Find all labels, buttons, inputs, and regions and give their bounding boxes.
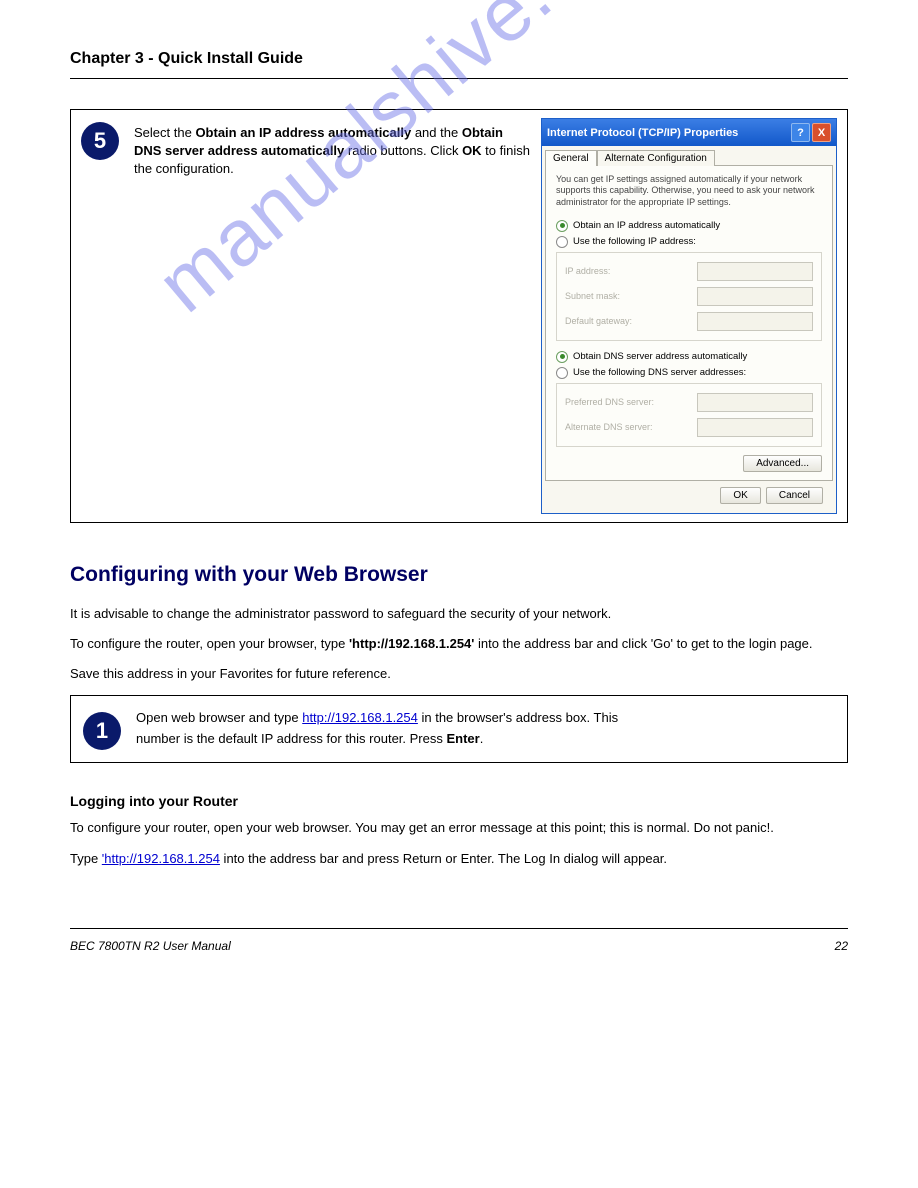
radio-icon bbox=[556, 367, 568, 379]
dialog-title: Internet Protocol (TCP/IP) Properties bbox=[547, 127, 738, 139]
t: To configure the router, open your brows… bbox=[70, 636, 349, 651]
field-pref-dns: Preferred DNS server: bbox=[565, 390, 813, 415]
dialog-screenshot: Internet Protocol (TCP/IP) Properties ? … bbox=[541, 118, 837, 514]
step-1-badge: 1 bbox=[83, 712, 121, 750]
radio-use-dns[interactable]: Use the following DNS server addresses: bbox=[556, 365, 822, 381]
close-icon[interactable]: X bbox=[812, 123, 831, 142]
step-5-box: 5 Select the Obtain an IP address automa… bbox=[70, 109, 848, 523]
t: Type bbox=[70, 851, 102, 866]
radio-label: Obtain DNS server address automatically bbox=[573, 351, 747, 362]
header-rule bbox=[70, 78, 848, 79]
t: and the bbox=[411, 125, 462, 140]
field-label: IP address: bbox=[565, 266, 610, 276]
cfg-p3: Save this address in your Favorites for … bbox=[70, 665, 848, 683]
alt-dns-input bbox=[697, 418, 813, 437]
dialog-titlebar: Internet Protocol (TCP/IP) Properties ? … bbox=[542, 119, 836, 146]
cancel-button[interactable]: Cancel bbox=[766, 487, 823, 504]
footer-left: BEC 7800TN R2 User Manual bbox=[70, 939, 231, 953]
footer-right: 22 bbox=[835, 939, 848, 953]
login-p2: Type 'http://192.168.1.254 into the addr… bbox=[70, 850, 848, 868]
t: in the browser's address box. This bbox=[418, 710, 618, 725]
login-p1: To configure your router, open your web … bbox=[70, 819, 848, 837]
field-label: Alternate DNS server: bbox=[565, 422, 653, 432]
t: . bbox=[480, 731, 484, 746]
dialog-buttons: OK Cancel bbox=[545, 481, 833, 510]
page-footer: BEC 7800TN R2 User Manual 22 bbox=[70, 939, 848, 953]
t: radio buttons. Click bbox=[344, 143, 462, 158]
b: Obtain an IP address automatically bbox=[195, 125, 411, 140]
dialog-tabs: General Alternate Configuration bbox=[545, 149, 833, 165]
section-title: Configuring with your Web Browser bbox=[70, 563, 848, 587]
field-gateway: Default gateway: bbox=[565, 309, 813, 334]
step-5-badge: 5 bbox=[81, 122, 119, 160]
t: into the address bar and press Return or… bbox=[220, 851, 667, 866]
b: Enter bbox=[446, 731, 479, 746]
field-alt-dns: Alternate DNS server: bbox=[565, 415, 813, 440]
footer-rule bbox=[70, 928, 848, 929]
radio-icon bbox=[556, 236, 568, 248]
tcpip-dialog: Internet Protocol (TCP/IP) Properties ? … bbox=[541, 118, 837, 514]
step-5-left: 5 Select the Obtain an IP address automa… bbox=[81, 118, 541, 179]
tab-alternate[interactable]: Alternate Configuration bbox=[597, 150, 715, 166]
router-url-link[interactable]: http://192.168.1.254 bbox=[302, 710, 418, 725]
dialog-desc: You can get IP settings assigned automat… bbox=[556, 174, 822, 208]
tab-general[interactable]: General bbox=[545, 150, 597, 166]
t: into the address bar and click 'Go' to g… bbox=[474, 636, 812, 651]
radio-label: Obtain an IP address automatically bbox=[573, 220, 720, 231]
t: Open web browser and type bbox=[136, 710, 302, 725]
field-ip: IP address: bbox=[565, 259, 813, 284]
help-icon[interactable]: ? bbox=[791, 123, 810, 142]
radio-use-ip[interactable]: Use the following IP address: bbox=[556, 234, 822, 250]
advanced-button[interactable]: Advanced... bbox=[743, 455, 822, 472]
t: number is the default IP address for thi… bbox=[136, 731, 446, 746]
field-mask: Subnet mask: bbox=[565, 284, 813, 309]
mask-input bbox=[697, 287, 813, 306]
tab-panel: You can get IP settings assigned automat… bbox=[545, 165, 833, 481]
radio-label: Use the following IP address: bbox=[573, 236, 696, 247]
pref-dns-input bbox=[697, 393, 813, 412]
field-label: Subnet mask: bbox=[565, 291, 620, 301]
radio-obtain-dns[interactable]: Obtain DNS server address automatically bbox=[556, 349, 822, 365]
radio-obtain-ip[interactable]: Obtain an IP address automatically bbox=[556, 218, 822, 234]
advanced-row: Advanced... bbox=[556, 449, 822, 472]
step-5-text: Select the Obtain an IP address automati… bbox=[134, 118, 531, 179]
cfg-url: 'http://192.168.1.254' bbox=[349, 636, 474, 651]
field-label: Preferred DNS server: bbox=[565, 397, 654, 407]
dialog-body: General Alternate Configuration You can … bbox=[542, 146, 836, 513]
login-url-link[interactable]: 'http://192.168.1.254 bbox=[102, 851, 220, 866]
page-header: Chapter 3 - Quick Install Guide bbox=[70, 50, 848, 68]
step-1-box: 1 Open web browser and type http://192.1… bbox=[70, 695, 848, 763]
step-1-text: Open web browser and type http://192.168… bbox=[136, 708, 618, 750]
ip-fields: IP address: Subnet mask: Default gateway… bbox=[556, 252, 822, 341]
ok-button[interactable]: OK bbox=[720, 487, 760, 504]
radio-icon bbox=[556, 351, 568, 363]
radio-icon bbox=[556, 220, 568, 232]
b: OK bbox=[462, 143, 482, 158]
ip-input bbox=[697, 262, 813, 281]
gateway-input bbox=[697, 312, 813, 331]
cfg-p2: To configure the router, open your brows… bbox=[70, 635, 848, 653]
radio-label: Use the following DNS server addresses: bbox=[573, 367, 746, 378]
t: Select the bbox=[134, 125, 195, 140]
cfg-p1: It is advisable to change the administra… bbox=[70, 605, 848, 623]
login-heading: Logging into your Router bbox=[70, 793, 848, 809]
field-label: Default gateway: bbox=[565, 316, 632, 326]
dns-fields: Preferred DNS server: Alternate DNS serv… bbox=[556, 383, 822, 447]
